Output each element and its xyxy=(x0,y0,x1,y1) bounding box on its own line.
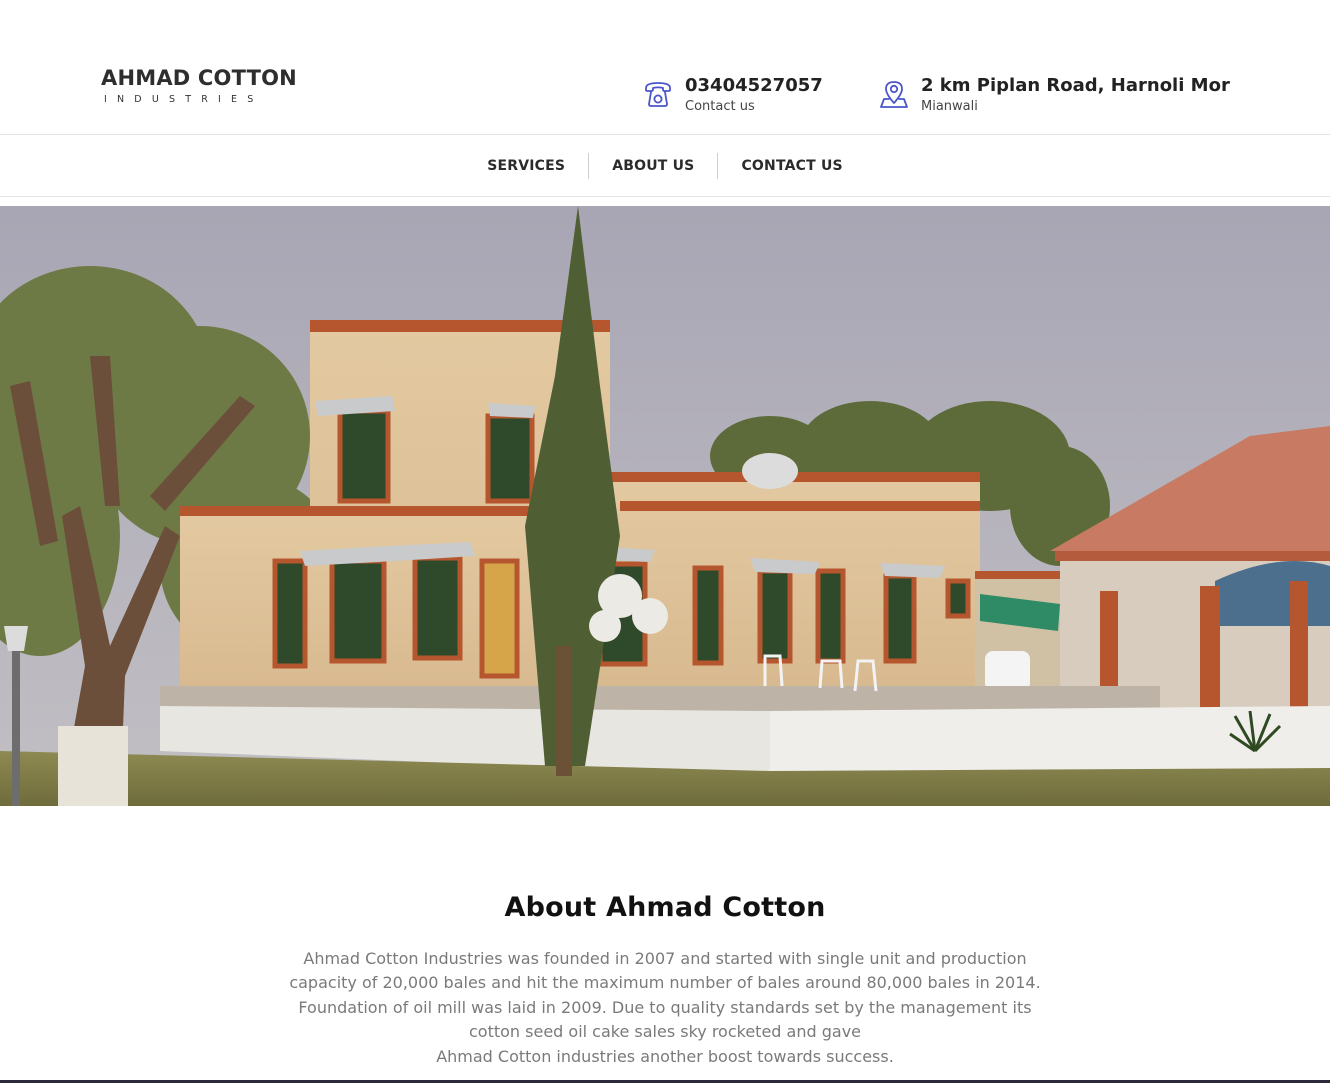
nav-contact-us[interactable]: CONTACT US xyxy=(718,158,865,174)
about-line: Foundation of oil mill was laid in 2009.… xyxy=(298,997,1032,1017)
about-section: About Ahmad Cotton Ahmad Cotton Industri… xyxy=(0,892,1330,1069)
address-line: 2 km Piplan Road, Harnoli Mor xyxy=(921,75,1230,96)
about-line: cotton seed oil cake sales sky rocketed … xyxy=(468,1022,861,1042)
about-line: Ahmad Cotton Industries was founded in 2… xyxy=(303,949,1027,968)
about-paragraph: Ahmad Cotton Industries was founded in 2… xyxy=(285,947,1045,1069)
phone-number[interactable]: 03404527057 xyxy=(685,75,823,97)
about-line: capacity of 20,000 bales and hit the max… xyxy=(289,973,1041,993)
telephone-icon xyxy=(645,82,671,107)
address-contact[interactable]: 2 km Piplan Road, Harnoli Mor Mianwali xyxy=(879,75,1230,114)
brand-logo[interactable]: AHMAD COTTON INDUSTRIES xyxy=(101,66,297,105)
location-pin-icon xyxy=(880,81,908,108)
brand-tagline: INDUSTRIES xyxy=(104,94,264,105)
site-header: AHMAD COTTON INDUSTRIES 03404527057 Cont… xyxy=(0,0,1330,135)
phone-label: Contact us xyxy=(685,99,755,114)
brand-name: AHMAD COTTON xyxy=(101,66,297,90)
address-city: Mianwali xyxy=(921,99,978,114)
about-line: Ahmad Cotton industries another boost to… xyxy=(436,1046,894,1066)
phone-contact[interactable]: 03404527057 Contact us xyxy=(643,75,823,114)
about-title: About Ahmad Cotton xyxy=(504,892,826,923)
nav-about-us[interactable]: ABOUT US xyxy=(589,158,717,174)
hero-illustration xyxy=(0,206,1330,806)
nav-services[interactable]: SERVICES xyxy=(464,158,588,174)
hero-image xyxy=(0,206,1330,806)
main-nav: SERVICES ABOUT US CONTACT US xyxy=(0,135,1330,197)
